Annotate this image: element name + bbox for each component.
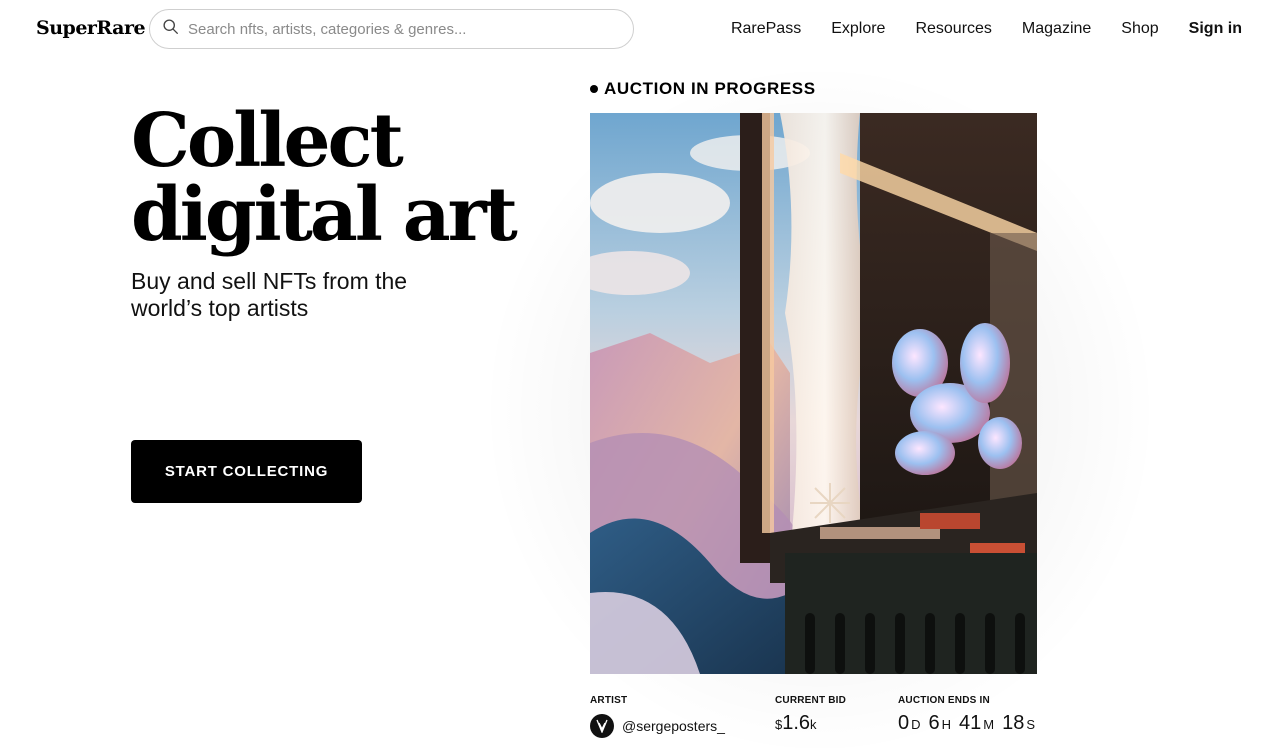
countdown-seconds-unit: S xyxy=(1026,717,1036,732)
countdown-minutes-unit: M xyxy=(983,717,995,732)
sign-in-link[interactable]: Sign in xyxy=(1189,20,1242,38)
bid-amount: 1.6 xyxy=(782,712,811,734)
nav-resources[interactable]: Resources xyxy=(915,20,991,38)
auction-ends-label: AUCTION ENDS IN xyxy=(898,695,990,706)
artist-handle: @sergeposters_ xyxy=(622,718,725,734)
featured-artwork[interactable] xyxy=(590,113,1037,674)
artist-avatar xyxy=(590,714,614,738)
nav-shop[interactable]: Shop xyxy=(1121,20,1158,38)
search-icon xyxy=(162,18,179,40)
auction-status-text: AUCTION IN PROGRESS xyxy=(604,79,816,98)
nav-magazine[interactable]: Magazine xyxy=(1022,20,1091,38)
auction-status: AUCTION IN PROGRESS xyxy=(590,79,816,99)
auction-countdown: 0D 6H 41 M 18 S xyxy=(898,712,1035,735)
search-input[interactable] xyxy=(188,20,608,38)
artist-link[interactable]: @sergeposters_ xyxy=(590,714,725,738)
countdown-minutes-value: 41 xyxy=(959,712,982,734)
artist-label: ARTIST xyxy=(590,695,628,706)
hero-subtitle: Buy and sell NFTs from the world’s top a… xyxy=(131,268,408,321)
countdown-hours-value: 6 xyxy=(928,712,940,734)
search-bar[interactable] xyxy=(149,9,634,49)
bid-suffix: k xyxy=(810,717,817,732)
countdown-days-unit: D xyxy=(911,717,921,732)
countdown-days-value: 0 xyxy=(898,712,910,734)
current-bid-value: $1.6k xyxy=(775,712,817,735)
main-nav: RarePass Explore Resources Magazine Shop… xyxy=(701,20,1242,38)
countdown-seconds-value: 18 xyxy=(1002,712,1025,734)
countdown-hours-unit: H xyxy=(941,717,952,732)
countdown-seconds: 18 S xyxy=(1002,712,1035,735)
countdown-hours: 6H xyxy=(929,712,952,735)
logo[interactable]: SuperRare xyxy=(36,17,146,39)
hero-title-line-2: digital art xyxy=(131,172,518,258)
countdown-days: 0D xyxy=(898,712,921,735)
hero-title: Collect digital art xyxy=(131,104,551,252)
current-bid-label: CURRENT BID xyxy=(775,695,847,706)
nav-explore[interactable]: Explore xyxy=(831,20,885,38)
countdown-minutes: 41 M xyxy=(959,712,994,735)
start-collecting-button[interactable]: START COLLECTING xyxy=(131,440,362,503)
nav-rarepass[interactable]: RarePass xyxy=(731,20,801,38)
artwork-image xyxy=(590,113,1037,674)
live-dot-icon xyxy=(590,85,598,93)
